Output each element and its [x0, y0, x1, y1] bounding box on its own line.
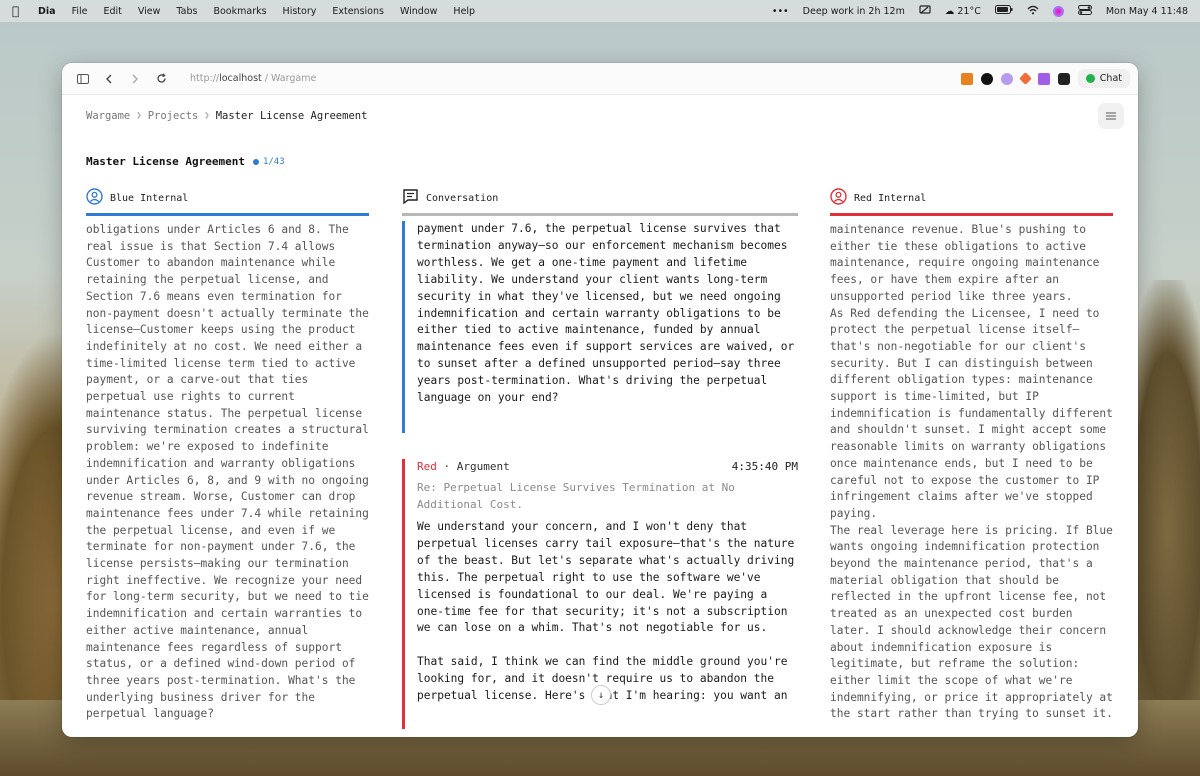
chat-bubble-icon [402, 188, 419, 208]
arc-extension-icon[interactable] [980, 72, 993, 85]
menu-file[interactable]: File [72, 6, 88, 17]
red-text-paragraph: maintenance revenue. Blue's pushing to e… [830, 223, 1100, 303]
message-subject: Re: Perpetual License Survives Terminati… [417, 481, 735, 511]
siri-icon[interactable] [1052, 5, 1064, 17]
menu-window[interactable]: Window [400, 6, 437, 17]
wifi-icon[interactable] [1027, 5, 1039, 18]
arrow-down-icon: ↓ [597, 689, 605, 701]
battery-icon[interactable] [994, 5, 1013, 17]
browser-window: http://localhost / Wargame Chat Wargame … [62, 63, 1138, 737]
blue-internal-column: Blue Internal obligations under Articles… [86, 187, 369, 723]
message-type: · Argument [443, 460, 510, 473]
red-text-paragraph: As Red defending the Licensee, I need to… [830, 306, 1113, 520]
cloud-icon: ☁ [944, 5, 955, 17]
red-column-header: Red Internal [830, 187, 1113, 209]
message-timestamp: 4:35:40 PM [731, 460, 798, 473]
message-header: Red · Argument 4:35:40 PM [417, 459, 798, 475]
menu-view[interactable]: View [138, 6, 161, 17]
menu-extensions[interactable]: Extensions [332, 6, 384, 17]
page-counter[interactable]: 1/43 [252, 156, 285, 167]
red-text-paragraph: The real leverage here is pricing. If Bl… [830, 523, 1113, 721]
previous-message: payment under 7.6, the perpetual license… [402, 221, 798, 433]
weather-temp: 21°C [957, 5, 981, 17]
conversation-column-header: Conversation [402, 187, 798, 209]
sidebar-toggle-icon[interactable] [72, 68, 94, 90]
crystal-extension-icon[interactable] [1037, 72, 1050, 85]
breadcrumb-wargame[interactable]: Wargame [86, 110, 130, 122]
more-dots-icon[interactable]: ••• [772, 6, 789, 17]
document-header: Master License Agreement 1/43 [86, 155, 285, 168]
forward-icon[interactable] [124, 68, 146, 90]
message-paragraph: We understand your concern, and I won't … [417, 520, 795, 635]
url-path: / Wargame [261, 73, 317, 84]
menu-bar:  Dia File Edit View Tabs Bookmarks Hist… [0, 0, 1200, 22]
menubar-datetime[interactable]: Mon May 4 11:48 [1106, 6, 1188, 17]
cloud-extension-icon[interactable] [1000, 72, 1013, 85]
chevron-right-icon: ❯ [136, 111, 142, 121]
menu-bookmarks[interactable]: Bookmarks [213, 6, 266, 17]
cat-extension-icon[interactable] [1057, 72, 1070, 85]
menu-tabs[interactable]: Tabs [176, 6, 197, 17]
chevron-right-icon: ❯ [204, 111, 210, 121]
blue-internal-text: obligations under Articles 6 and 8. The … [86, 223, 369, 721]
url-host: localhost [219, 73, 262, 84]
message-speaker: Red [417, 460, 437, 473]
blue-column-divider [86, 213, 369, 216]
blue-column-label: Blue Internal [110, 192, 189, 204]
message-card: Red · Argument 4:35:40 PM Re: Perpetual … [402, 459, 798, 729]
red-column-label: Red Internal [854, 192, 927, 204]
menu-app-name[interactable]: Dia [38, 6, 56, 17]
breadcrumb: Wargame ❯ Projects ❯ Master License Agre… [86, 110, 367, 122]
address-bar[interactable]: http://localhost / Wargame [190, 73, 316, 84]
blue-column-header: Blue Internal [86, 187, 369, 209]
weather-widget[interactable]: ☁ 21°C [945, 6, 981, 17]
url-scheme: http:// [190, 73, 220, 84]
page-title: Master License Agreement [86, 155, 245, 168]
control-center-icon[interactable] [1077, 4, 1092, 18]
pager-text: 1/43 [262, 156, 285, 167]
pager-dot-icon [252, 158, 259, 165]
browser-toolbar: http://localhost / Wargame Chat [62, 63, 1138, 95]
chat-label: Chat [1099, 73, 1122, 84]
reload-icon[interactable] [150, 68, 172, 90]
chat-button[interactable]: Chat [1077, 69, 1130, 88]
blue-user-icon [86, 188, 103, 208]
scroll-down-button[interactable]: ↓ [591, 685, 611, 705]
red-column-divider [830, 213, 1113, 216]
red-user-icon [830, 188, 847, 208]
breadcrumb-current: Master License Agreement [215, 110, 368, 122]
spark-extension-icon[interactable] [1018, 72, 1032, 85]
previous-message-text: payment under 7.6, the perpetual license… [417, 222, 795, 405]
chat-bubble-icon [1085, 74, 1095, 83]
conversation-column-divider [402, 213, 798, 216]
menu-help[interactable]: Help [453, 6, 475, 17]
conversation-column-label: Conversation [426, 192, 499, 204]
menu-edit[interactable]: Edit [103, 6, 121, 17]
screen-mirror-icon[interactable] [919, 4, 931, 18]
back-icon[interactable] [98, 68, 120, 90]
conversation-column: Conversation payment under 7.6, the perp… [402, 187, 798, 729]
hamburger-menu-button[interactable] [1098, 103, 1124, 129]
metamask-extension-icon[interactable] [960, 72, 973, 85]
breadcrumb-projects[interactable]: Projects [148, 110, 199, 122]
red-internal-text: maintenance revenue. Blue's pushing to e… [830, 222, 1113, 723]
message-body: We understand your concern, and I won't … [417, 519, 798, 705]
red-internal-column: Red Internal maintenance revenue. Blue's… [830, 187, 1113, 723]
apple-icon[interactable]:  [12, 4, 38, 18]
hamburger-icon [1106, 112, 1116, 120]
focus-status[interactable]: Deep work in 2h 12m [803, 6, 905, 17]
menu-history[interactable]: History [283, 6, 317, 17]
